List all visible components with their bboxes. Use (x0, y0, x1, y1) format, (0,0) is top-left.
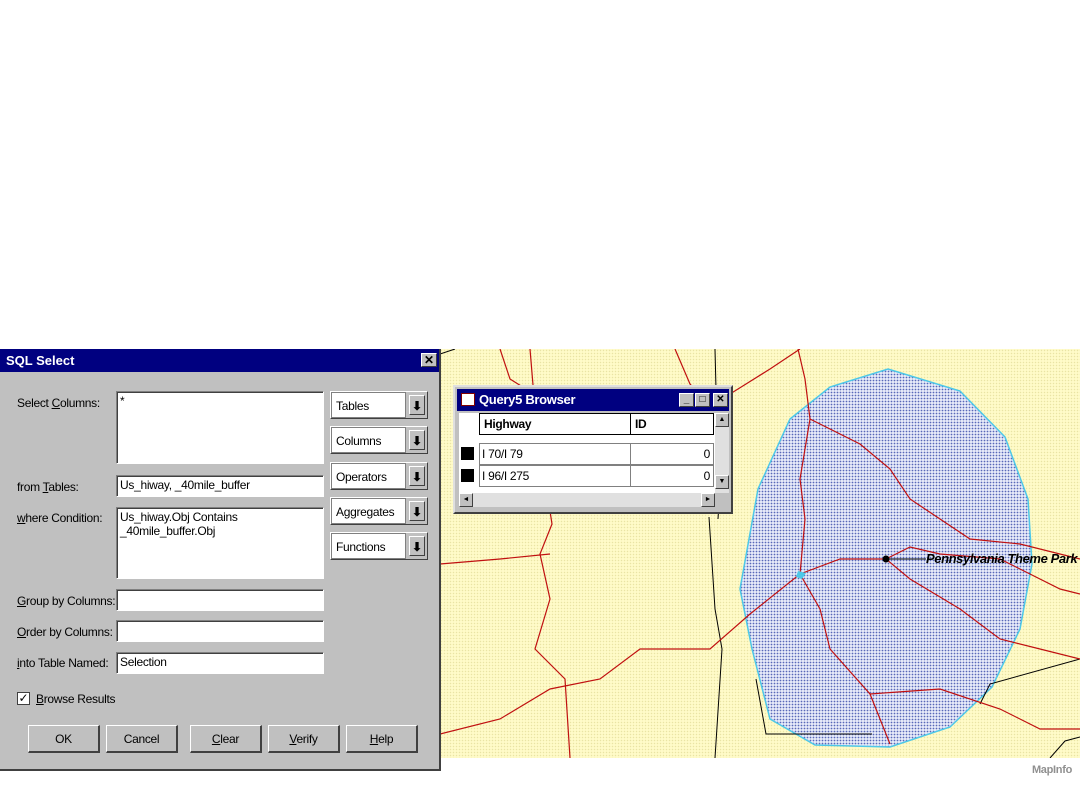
dropdown-arrow-icon[interactable]: ⬇ (409, 395, 425, 415)
ok-button[interactable]: OK (28, 725, 100, 753)
column-header-id[interactable]: ID (630, 413, 714, 435)
select-columns-field[interactable]: * (116, 391, 324, 464)
dropdown-arrow-icon[interactable]: ⬇ (409, 466, 425, 486)
functions-dropdown-label: Functions (331, 533, 406, 559)
mapinfo-logo: MapInfo (1031, 764, 1072, 776)
dialog-title: SQL Select (6, 353, 75, 368)
help-button[interactable]: Help (346, 725, 418, 753)
scroll-up-icon[interactable]: ▲ (715, 413, 729, 427)
columns-dropdown-label: Columns (331, 427, 406, 453)
close-icon[interactable]: ✕ (713, 393, 728, 407)
theme-park-label: Pennsylvania Theme Park (926, 551, 1078, 566)
aggregates-dropdown-label: Aggregates (331, 498, 406, 524)
from-tables-label: from Tables: (17, 480, 79, 494)
table-cell-id[interactable]: 0 (630, 443, 714, 465)
dropdown-arrow-icon[interactable]: ⬇ (409, 430, 425, 450)
group-by-label: Group by Columns: (17, 594, 116, 608)
scroll-left-icon[interactable]: ◄ (459, 493, 473, 507)
browser-titlebar[interactable]: Query5 Browser _ □ ✕ (457, 389, 729, 411)
tables-dropdown[interactable]: Tables ⬇ (330, 391, 428, 419)
scroll-down-icon[interactable]: ▼ (715, 475, 729, 489)
aggregates-dropdown[interactable]: Aggregates ⬇ (330, 497, 428, 525)
functions-dropdown[interactable]: Functions ⬇ (330, 532, 428, 560)
minimize-icon[interactable]: _ (679, 393, 694, 407)
tables-dropdown-label: Tables (331, 392, 406, 418)
from-tables-field[interactable]: Us_hiway, _40mile_buffer (116, 475, 324, 497)
close-icon[interactable]: ✕ (421, 353, 437, 367)
table-cell-highway[interactable]: I 96/I 275 (479, 465, 631, 487)
operators-dropdown[interactable]: Operators ⬇ (330, 462, 428, 490)
scroll-right-icon[interactable]: ► (701, 493, 715, 507)
dialog-titlebar[interactable]: SQL Select ✕ (0, 349, 439, 372)
select-columns-label: Select Columns: (17, 396, 100, 410)
operators-dropdown-label: Operators (331, 463, 406, 489)
where-condition-field[interactable]: Us_hiway.Obj Contains _40mile_buffer.Obj (116, 507, 324, 579)
table-cell-id[interactable]: 0 (630, 465, 714, 487)
cancel-button[interactable]: Cancel (106, 725, 178, 753)
horizontal-scrollbar[interactable]: ◄ ► (459, 493, 715, 507)
browser-title: Query5 Browser (479, 392, 576, 407)
query-browser-window: Query5 Browser _ □ ✕ Highway ID I 70/I 7… (453, 385, 733, 514)
browse-results-checkbox[interactable]: ✓ (17, 692, 30, 705)
browser-grid-icon (461, 393, 475, 406)
columns-dropdown[interactable]: Columns ⬇ (330, 426, 428, 454)
theme-park-marker (882, 555, 890, 563)
order-by-field[interactable] (116, 620, 324, 642)
browse-results-label: Browse Results (36, 692, 116, 706)
into-table-field[interactable]: Selection (116, 652, 324, 674)
table-cell-highway[interactable]: I 70/I 79 (479, 443, 631, 465)
into-table-label: into Table Named: (17, 656, 109, 670)
row-selector[interactable] (461, 447, 474, 460)
dropdown-arrow-icon[interactable]: ⬇ (409, 501, 425, 521)
vertical-scrollbar[interactable]: ▲ ▼ (715, 413, 729, 493)
where-condition-label: where Condition: (17, 511, 103, 525)
browser-grid: Highway ID I 70/I 79 0 I 96/I 275 0 (459, 413, 715, 493)
row-selector[interactable] (461, 469, 474, 482)
dropdown-arrow-icon[interactable]: ⬇ (409, 536, 425, 556)
maximize-icon[interactable]: □ (695, 393, 710, 407)
clear-button[interactable]: Clear (190, 725, 262, 753)
verify-button[interactable]: Verify (268, 725, 340, 753)
order-by-label: Order by Columns: (17, 625, 113, 639)
column-header-highway[interactable]: Highway (479, 413, 631, 435)
group-by-field[interactable] (116, 589, 324, 611)
